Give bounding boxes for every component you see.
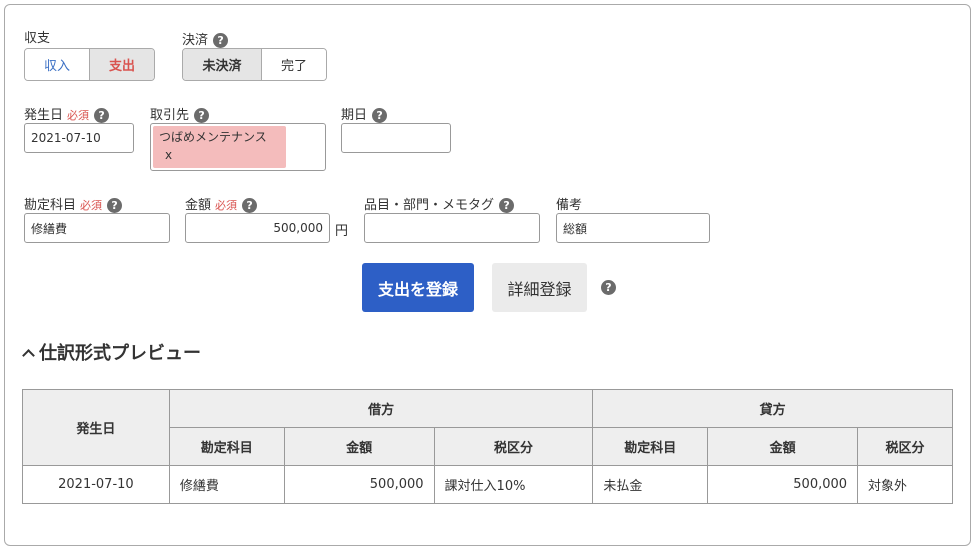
required-badge: 必須 bbox=[67, 109, 90, 122]
type-toggle: 収入 支出 bbox=[24, 48, 155, 81]
settlement-label-row: 決済? bbox=[182, 29, 229, 48]
help-icon[interactable]: ? bbox=[499, 198, 515, 213]
partner-tag-label: つばめメンテナンス bbox=[159, 130, 267, 144]
detail-register-button[interactable]: 詳細登録 bbox=[492, 263, 587, 312]
cell-credit-tax: 対象外 bbox=[857, 465, 953, 504]
account-input[interactable]: 修繕費 bbox=[24, 213, 170, 243]
partner-label: 取引先 bbox=[150, 108, 190, 123]
help-icon[interactable]: ? bbox=[372, 108, 388, 123]
issue-date-label-row: 発生日 必須? bbox=[24, 104, 110, 123]
partner-input[interactable]: つばめメンテナンス x bbox=[150, 123, 326, 171]
partner-tag-remove-icon[interactable]: x bbox=[159, 146, 280, 164]
header-debit-tax: 税区分 bbox=[433, 427, 594, 466]
cell-credit-amount: 500,000 bbox=[707, 465, 859, 504]
remarks-input[interactable]: 総額 bbox=[556, 213, 710, 243]
chevron-up-icon bbox=[22, 348, 35, 362]
header-credit: 貸方 bbox=[592, 389, 953, 428]
help-icon[interactable]: ? bbox=[242, 198, 258, 213]
unsettled-button[interactable]: 未決済 bbox=[183, 49, 261, 80]
cell-date: 2021-07-10 bbox=[22, 465, 170, 504]
amount-label: 金額 bbox=[185, 198, 212, 213]
cell-debit-account: 修繕費 bbox=[168, 465, 285, 504]
header-credit-amount: 金額 bbox=[707, 427, 859, 466]
required-badge: 必須 bbox=[80, 199, 103, 212]
issue-date-label: 発生日 bbox=[24, 108, 64, 123]
partner-tag: つばめメンテナンス x bbox=[153, 126, 286, 168]
type-label: 収支 bbox=[24, 31, 51, 46]
header-credit-tax: 税区分 bbox=[857, 427, 953, 466]
help-icon[interactable]: ? bbox=[107, 198, 123, 213]
remarks-label: 備考 bbox=[556, 198, 583, 213]
table-row: 2021-07-10 修繕費 500,000 課対仕入10% 未払金 500,0… bbox=[22, 465, 953, 504]
income-button[interactable]: 収入 bbox=[25, 49, 89, 80]
due-date-label-row: 期日? bbox=[341, 104, 388, 123]
cell-debit-tax: 課対仕入10% bbox=[433, 465, 594, 504]
header-debit: 借方 bbox=[168, 389, 594, 428]
completed-button[interactable]: 完了 bbox=[260, 49, 326, 80]
amount-input[interactable]: 500,000 bbox=[185, 213, 330, 243]
expense-button[interactable]: 支出 bbox=[89, 49, 154, 80]
header-debit-amount: 金額 bbox=[283, 427, 435, 466]
header-date: 発生日 bbox=[22, 389, 170, 466]
item-tags-label-row: 品目・部門・メモタグ? bbox=[364, 194, 515, 213]
due-date-input[interactable] bbox=[341, 123, 451, 153]
journal-preview-table: 発生日 借方 貸方 勘定科目 金額 税区分 勘定科目 金額 税区分 2021-0… bbox=[22, 389, 953, 504]
preview-toggle[interactable]: 仕訳形式プレビュー bbox=[22, 339, 201, 365]
account-label-row: 勘定科目 必須? bbox=[24, 194, 123, 213]
header-debit-account: 勘定科目 bbox=[168, 427, 285, 466]
settlement-toggle: 未決済 完了 bbox=[182, 48, 327, 81]
yen-unit: 円 bbox=[335, 224, 349, 239]
help-icon[interactable]: ? bbox=[94, 108, 110, 123]
issue-date-input[interactable]: 2021-07-10 bbox=[24, 123, 134, 153]
header-credit-account: 勘定科目 bbox=[592, 427, 709, 466]
partner-label-row: 取引先? bbox=[150, 104, 210, 123]
amount-label-row: 金額 必須? bbox=[185, 194, 258, 213]
due-date-label: 期日 bbox=[341, 108, 368, 123]
help-icon[interactable]: ? bbox=[213, 33, 229, 48]
cell-debit-amount: 500,000 bbox=[283, 465, 435, 504]
register-expense-button[interactable]: 支出を登録 bbox=[362, 263, 474, 312]
settlement-label: 決済 bbox=[182, 33, 209, 48]
preview-title: 仕訳形式プレビュー bbox=[39, 343, 201, 364]
help-icon[interactable]: ? bbox=[194, 108, 210, 123]
item-tags-input[interactable] bbox=[364, 213, 540, 243]
account-label: 勘定科目 bbox=[24, 198, 77, 213]
item-tags-label: 品目・部門・メモタグ bbox=[364, 198, 495, 213]
required-badge: 必須 bbox=[215, 199, 238, 212]
cell-credit-account: 未払金 bbox=[592, 465, 709, 504]
help-icon[interactable]: ? bbox=[601, 280, 616, 295]
